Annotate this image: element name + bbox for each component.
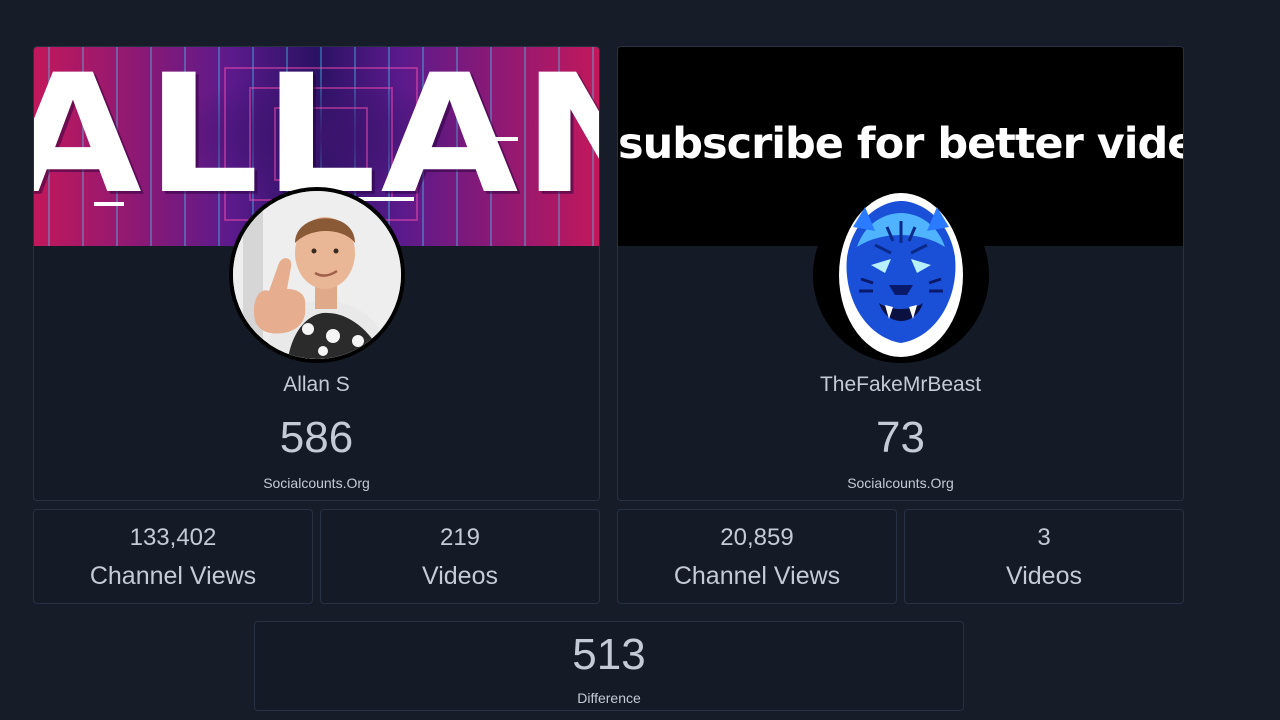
stat-label: Channel Views [89,562,257,590]
channel-card-allan-s: ALLAN S Allan S 586 Socialcounts.Org [33,46,600,501]
channel-card-thefakemrbeast: subscribe for better videos TheFakeMrBea… [617,46,1184,501]
subscriber-count: 586 [279,413,354,462]
difference-card: 513 Difference [254,621,964,711]
videos-card: 219 Videos [320,509,600,604]
glitch-line [484,137,518,141]
stat-value: 3 [1037,524,1051,551]
stat-value: 133,402 [129,524,217,551]
channel-views-card: 133,402 Channel Views [33,509,313,604]
stat-value: 20,859 [720,524,794,551]
stat-label: Videos [422,562,498,590]
channel-avatar[interactable] [228,187,405,363]
boy-thumbs-up-icon [232,191,401,359]
source-label: Socialcounts.Org [847,475,954,491]
channel-name: Allan S [283,373,350,396]
blue-tiger-icon [812,187,989,363]
channel-views-card: 20,859 Channel Views [617,509,897,604]
stat-label: Channel Views [673,562,841,590]
channel-name: TheFakeMrBeast [819,373,982,396]
videos-card: 3 Videos [904,509,1184,604]
banner-text: subscribe for better videos [618,119,1183,169]
difference-value: 513 [572,630,646,679]
difference-label: Difference [577,690,641,706]
subscriber-count: 73 [876,413,925,462]
channel-avatar[interactable] [812,187,989,363]
stat-value: 219 [439,524,481,551]
glitch-line [184,175,224,179]
stat-label: Videos [1006,562,1082,590]
glitch-line [94,202,124,206]
source-label: Socialcounts.Org [263,475,370,491]
